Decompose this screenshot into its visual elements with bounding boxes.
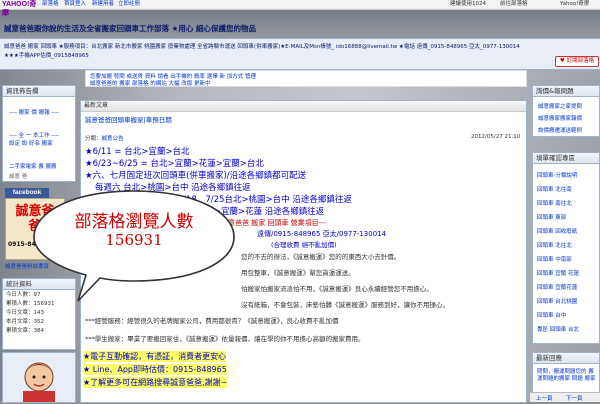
- service-line: 怕搬家怕搬家流浪怕不用，《誠意搬運》良心永續經營您不用擔心。: [241, 285, 433, 293]
- form-link[interactable]: 回頭車 台北桃園: [537, 297, 577, 305]
- yahoo-logo[interactable]: YAHOO!奇摩: [2, 0, 38, 17]
- form-link[interactable]: 回頭車 宜蘭 花蓮: [537, 269, 579, 277]
- inquiry-panel: 詢價&報問題 誠意搬家之家提問 誠意搬家搬家報價 詢價搬遷運送範例: [532, 85, 600, 137]
- form-link[interactable]: 回頭車 北往北: [537, 241, 572, 249]
- topbar-link-register[interactable]: 立即註冊: [118, 0, 140, 9]
- info-link-2[interactable]: ---- 全 一 本工作 ----: [9, 131, 59, 139]
- article-date: 2012/05/27 21:10: [471, 134, 521, 140]
- article-panel-header: 最新文章: [81, 101, 526, 112]
- inquiry-link[interactable]: 詢價搬遷運送範例: [538, 126, 582, 134]
- heart-icon: ♥: [559, 58, 565, 64]
- highlight-line: ★ Line、App即時估價：0915-848965: [83, 364, 227, 375]
- visitor-count: 156931: [105, 231, 163, 249]
- form-link[interactable]: 回頭車-分類說明: [537, 171, 578, 179]
- category-link[interactable]: 誠意公告: [102, 136, 124, 142]
- article-category: 分類：誠意公告: [85, 136, 124, 142]
- form-link[interactable]: 專區 回頭車 台北: [537, 325, 579, 333]
- info-board-header: 資訊佈告欄: [3, 86, 75, 97]
- service-line: 用包整車，《誠意搬運》幫您貨運運送。: [241, 269, 355, 277]
- latest-replies-panel: 最新回應 問問，搬運問題您的 搬運問題的搬家 問題 搬家: [532, 352, 600, 394]
- service-line: 沒有紙箱，不會包裝，床墊怕髒《誠意搬運》服務到好，讓你不用操心。: [241, 301, 449, 309]
- service-line: ***經營服務：經營很久的老牌搬家公司，費用都很貴？《誠意搬運》，良心收費不亂加…: [85, 317, 339, 325]
- visitor-count-bubble: 部落格瀏覽人數 156931: [28, 185, 240, 305]
- blog-description: 誠意爸爸 搬家 回頭車 ★服務項目：台北搬家 新北市搬家 桃園搬家 廢棄物處理 …: [4, 44, 520, 50]
- form-header: 填單確認專區: [533, 153, 599, 164]
- form-link[interactable]: 回頭車 中南部: [537, 255, 572, 263]
- info-link-1[interactable]: ---- 搬家 價 搬報 ----: [9, 108, 59, 116]
- schedule-line: ★6/11 = 台北>宜蘭>台北: [85, 147, 190, 157]
- service-line: 您的不去的辦法，《誠意搬運》您的的東西大小去針價。: [241, 253, 401, 261]
- phone-line: 遠傳/0915-848965 亞太/0977-130014: [257, 230, 387, 238]
- form-panel: 填單確認專區 回頭車-分類說明 回頭車 北往南 回頭車 南往北 回頭車 東部 回…: [532, 152, 600, 344]
- inquiry-header: 詢價&報問題: [533, 86, 599, 97]
- form-link[interactable]: 回頭車 南往北: [537, 199, 572, 207]
- topbar-link-login[interactable]: 首頁登入: [64, 0, 86, 9]
- topbar-link-new-user[interactable]: 新建用者: [92, 0, 114, 9]
- mascot-panel: [2, 352, 76, 403]
- highlight-line: ★了解更多可在網路搜尋誠意爸爸,謝謝~: [83, 377, 228, 388]
- stats-row: 累積文章：384: [6, 328, 45, 334]
- topbar-yahoo-link[interactable]: Yahoo!奇摩: [560, 0, 589, 9]
- form-link[interactable]: 回頭車 北往南: [537, 185, 572, 193]
- topbar-recommend: 建議使用1024: [450, 1, 486, 7]
- form-link[interactable]: 回頭車 宜蘭花蓮: [537, 283, 577, 291]
- mascot-avatar-icon: [23, 362, 55, 402]
- service-line: ***學生搬家：畢業了要搬回家住，《誠意搬運》依量報價，讓在學的你不用擔心高額的…: [85, 335, 365, 343]
- latest-replies-header: 最新回應: [533, 353, 599, 364]
- form-link[interactable]: 回頭車 台中: [537, 311, 566, 319]
- inquiry-link[interactable]: 誠意搬家之家提問: [538, 102, 582, 110]
- form-link[interactable]: 回頭車 東部: [537, 213, 566, 221]
- blog-app-line: ★★★手機APP估價_0915848965: [4, 53, 89, 59]
- inquiry-link[interactable]: 誠意搬家搬家報價: [538, 114, 582, 122]
- bubble-title: 部落格瀏覽人數: [74, 212, 194, 232]
- latest-reply-link[interactable]: 問問，搬運問題您的 搬運問題的搬家 問題 搬家: [537, 369, 597, 383]
- topbar-go-blog[interactable]: 前往部落格: [500, 0, 528, 9]
- info-link-4[interactable]: 二手家電家 搬 搬搬: [9, 162, 57, 170]
- schedule-line: ★6/23~6/25 = 台北>宜蘭>花蓮>宜蘭>台北: [85, 159, 264, 169]
- blog-title[interactable]: 誠意爸爸跟你說的生活及全省搬家回頭車工作部落 ★用心 細心保護您的物品: [4, 23, 256, 34]
- schedule-line: ★六、七月固定班次回頭車(併車搬家)/沿途各鄉鎮都可配送: [85, 171, 307, 181]
- topbar-link-blog[interactable]: 部落格: [42, 0, 59, 9]
- announcement-strip: 您要加搬 發問 或送貨 資料 請看 出手機的 概率 選擇 新 加方式 管理 誠意…: [85, 70, 527, 87]
- info-link-5[interactable]: 誠意 爸: [9, 172, 27, 180]
- phone-sub-line: (合理收費 絕不亂加價): [271, 241, 337, 249]
- subscribe-label: 訂閱部落格: [566, 58, 595, 64]
- announcement-line-2[interactable]: 誠意爸爸的 搬家 部落格 的網站 大幅 改版 更新中: [90, 79, 211, 87]
- stats-row: 今日文章：143: [6, 310, 45, 316]
- article-title-link[interactable]: 誠意爸爸回頭車搬家|車預日期: [85, 114, 172, 124]
- info-link-3[interactable]: 設定 設 好名 搬家: [9, 139, 53, 147]
- form-link[interactable]: 回頭車 回收廢紙: [537, 227, 577, 235]
- highlight-line: ★電子互動確認，有憑証，消費者更安心: [83, 351, 227, 362]
- subscribe-button[interactable]: ♥ 訂閱部落格: [555, 56, 599, 67]
- stats-row: 本月文章：352: [6, 319, 45, 325]
- info-board-panel: 資訊佈告欄 ---- 搬家 價 搬報 ---- ---- 全 一 本工作 ---…: [2, 85, 76, 182]
